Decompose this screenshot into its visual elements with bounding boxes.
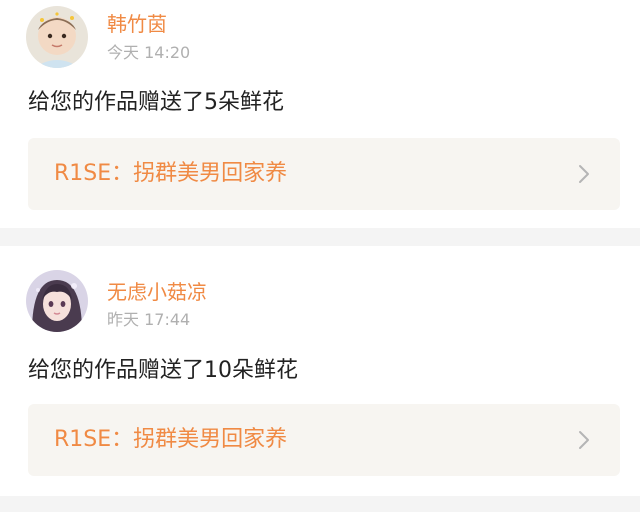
work-title: R1SE：拐群美男回家养 <box>54 161 288 186</box>
chevron-right-icon <box>576 164 592 184</box>
notification-item: 韩竹茵 今天 14:20 给您的作品赠送了5朵鲜花 R1SE：拐群美男回家养 <box>0 0 640 228</box>
section-divider <box>0 496 640 512</box>
child-photo-avatar-icon <box>26 6 88 68</box>
avatar[interactable] <box>26 6 88 68</box>
username[interactable]: 韩竹茵 <box>107 12 167 36</box>
notification-item: 无虑小菇凉 昨天 17:44 给您的作品赠送了10朵鲜花 R1SE：拐群美男回家… <box>0 246 640 496</box>
section-divider <box>0 228 640 246</box>
notification-page: 韩竹茵 今天 14:20 给您的作品赠送了5朵鲜花 R1SE：拐群美男回家养 无… <box>0 0 640 512</box>
anime-girl-avatar-icon <box>26 270 88 332</box>
avatar[interactable] <box>26 270 88 332</box>
work-title: R1SE：拐群美男回家养 <box>54 427 288 452</box>
message-text: 给您的作品赠送了5朵鲜花 <box>28 90 284 115</box>
timestamp: 昨天 17:44 <box>107 310 191 329</box>
username[interactable]: 无虑小菇凉 <box>107 280 207 304</box>
message-text: 给您的作品赠送了10朵鲜花 <box>28 358 298 383</box>
work-link-card[interactable]: R1SE：拐群美男回家养 <box>28 138 620 210</box>
chevron-right-icon <box>576 430 592 450</box>
timestamp: 今天 14:20 <box>107 43 191 62</box>
work-link-card[interactable]: R1SE：拐群美男回家养 <box>28 404 620 476</box>
